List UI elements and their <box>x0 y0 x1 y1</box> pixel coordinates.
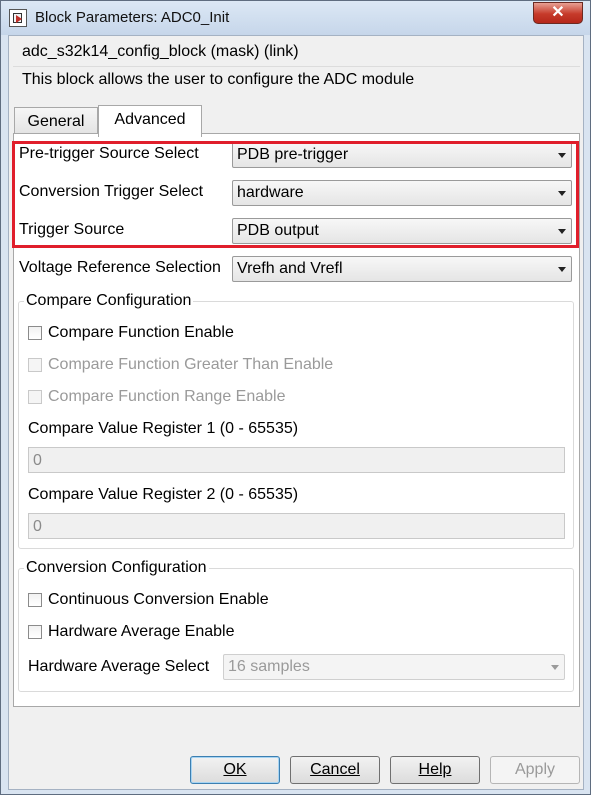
compare-range-label: Compare Function Range Enable <box>48 388 286 405</box>
highlight-box <box>12 141 579 248</box>
hw-average-select-value: 16 samples <box>228 658 310 675</box>
hw-average-label: Hardware Average Enable <box>48 623 235 640</box>
compare-greater-label: Compare Function Greater Than Enable <box>48 356 334 373</box>
help-button[interactable]: Help <box>390 756 480 784</box>
hw-average-checkbox[interactable] <box>28 625 42 639</box>
compare-config-title: Compare Configuration <box>24 292 194 310</box>
ok-label: OK <box>223 761 247 778</box>
title-bar[interactable]: Block Parameters: ADC0_Init ✕ <box>1 1 590 35</box>
compare-reg2-label: Compare Value Register 2 (0 - 65535) <box>28 486 299 503</box>
compare-range-checkbox[interactable] <box>28 390 42 404</box>
compare-reg1-field[interactable]: 0 <box>28 447 565 473</box>
window-title: Block Parameters: ADC0_Init <box>35 9 230 26</box>
block-name: adc_s32k14_config_block (mask) (link) <box>22 43 299 60</box>
voltage-ref-select[interactable]: Vrefh and Vrefl <box>232 256 572 282</box>
simulink-block-icon <box>9 9 27 27</box>
chevron-down-icon <box>558 267 566 272</box>
compare-function-checkbox[interactable] <box>28 326 42 340</box>
compare-function-label: Compare Function Enable <box>48 324 234 341</box>
dialog-body: adc_s32k14_config_block (mask) (link) Th… <box>8 35 584 790</box>
hw-average-select-label: Hardware Average Select <box>28 658 210 675</box>
apply-label: Apply <box>514 761 556 778</box>
voltage-ref-value: Vrefh and Vrefl <box>237 260 343 277</box>
compare-greater-checkbox[interactable] <box>28 358 42 372</box>
compare-reg2-field[interactable]: 0 <box>28 513 565 539</box>
continuous-conversion-checkbox[interactable] <box>28 593 42 607</box>
apply-button[interactable]: Apply <box>490 756 580 784</box>
cancel-label: Cancel <box>310 761 360 778</box>
tab-advanced[interactable]: Advanced <box>98 105 202 137</box>
chevron-down-icon <box>551 665 559 670</box>
conversion-config-title: Conversion Configuration <box>24 559 209 577</box>
divider <box>13 66 580 67</box>
block-description: This block allows the user to configure … <box>22 71 415 88</box>
dialog-window: Block Parameters: ADC0_Init ✕ adc_s32k14… <box>0 0 591 795</box>
ok-button[interactable]: OK <box>190 756 280 784</box>
cancel-button[interactable]: Cancel <box>290 756 380 784</box>
close-icon[interactable]: ✕ <box>533 2 583 24</box>
voltage-ref-label: Voltage Reference Selection <box>19 259 221 276</box>
compare-reg1-label: Compare Value Register 1 (0 - 65535) <box>28 420 299 437</box>
help-label: Help <box>418 761 452 778</box>
continuous-conversion-label: Continuous Conversion Enable <box>48 591 269 608</box>
hw-average-select[interactable]: 16 samples <box>223 654 565 680</box>
